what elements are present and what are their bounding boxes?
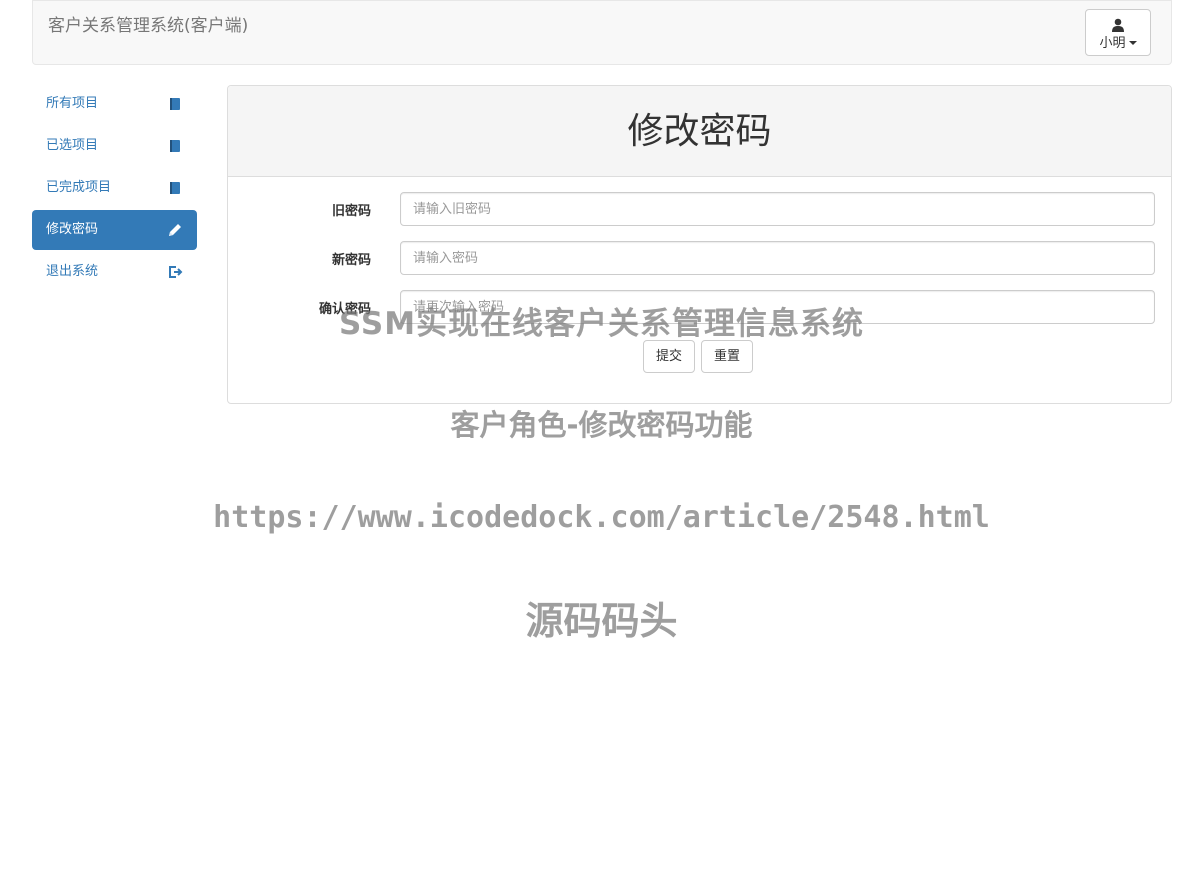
new-password-label: 新密码 bbox=[331, 253, 371, 268]
sidebar-item-label: 已完成项目 bbox=[46, 180, 112, 195]
form-row-new-password: 新密码 bbox=[228, 241, 1173, 275]
sidebar-item-logout[interactable]: 退出系统 bbox=[32, 252, 197, 292]
old-password-input[interactable] bbox=[400, 192, 1155, 226]
sidebar-item-label: 修改密码 bbox=[46, 222, 99, 237]
book-icon bbox=[170, 140, 180, 152]
watermark-brand: 源码码头 bbox=[525, 599, 678, 643]
submit-button[interactable]: 提交 bbox=[643, 340, 696, 373]
watermark-subtitle: 客户角色-修改密码功能 bbox=[450, 408, 753, 442]
sidebar-item-completed-projects[interactable]: 已完成项目 bbox=[32, 168, 197, 208]
user-menu-button[interactable]: 小明 bbox=[1085, 9, 1151, 56]
panel-heading: 修改密码 bbox=[228, 86, 1171, 177]
app-brand[interactable]: 客户关系管理系统(客户端) bbox=[48, 15, 248, 37]
old-password-label: 旧密码 bbox=[331, 204, 371, 219]
reset-button[interactable]: 重置 bbox=[701, 340, 754, 373]
user-icon bbox=[1112, 18, 1124, 32]
watermark-url: https://www.icodedock.com/article/2548.h… bbox=[213, 500, 990, 535]
user-name: 小明 bbox=[1099, 36, 1126, 51]
page-title: 修改密码 bbox=[627, 111, 772, 152]
book-icon bbox=[170, 98, 180, 110]
form-row-old-password: 旧密码 bbox=[228, 192, 1173, 226]
form-row-confirm-password: 确认密码 bbox=[228, 290, 1173, 324]
sidebar-item-all-projects[interactable]: 所有项目 bbox=[32, 84, 197, 124]
logout-icon bbox=[169, 266, 183, 278]
sidebar-item-label: 所有项目 bbox=[46, 96, 99, 111]
sidebar-item-label: 退出系统 bbox=[46, 264, 99, 279]
sidebar: 所有项目 已选项目 已完成项目 修改密码 退出系统 bbox=[32, 84, 197, 294]
sidebar-item-label: 已选项目 bbox=[46, 138, 99, 153]
change-password-panel: 修改密码 旧密码 新密码 确认密码 提交 重置 bbox=[227, 85, 1172, 404]
book-icon bbox=[170, 182, 180, 194]
caret-down-icon bbox=[1128, 40, 1137, 45]
sidebar-item-selected-projects[interactable]: 已选项目 bbox=[32, 126, 197, 166]
pencil-icon bbox=[169, 224, 181, 236]
confirm-password-label: 确认密码 bbox=[318, 302, 371, 317]
new-password-input[interactable] bbox=[400, 241, 1155, 275]
sidebar-item-change-password[interactable]: 修改密码 bbox=[32, 210, 197, 250]
top-navbar: 客户关系管理系统(客户端) 小明 bbox=[32, 0, 1172, 65]
confirm-password-input[interactable] bbox=[400, 290, 1155, 324]
